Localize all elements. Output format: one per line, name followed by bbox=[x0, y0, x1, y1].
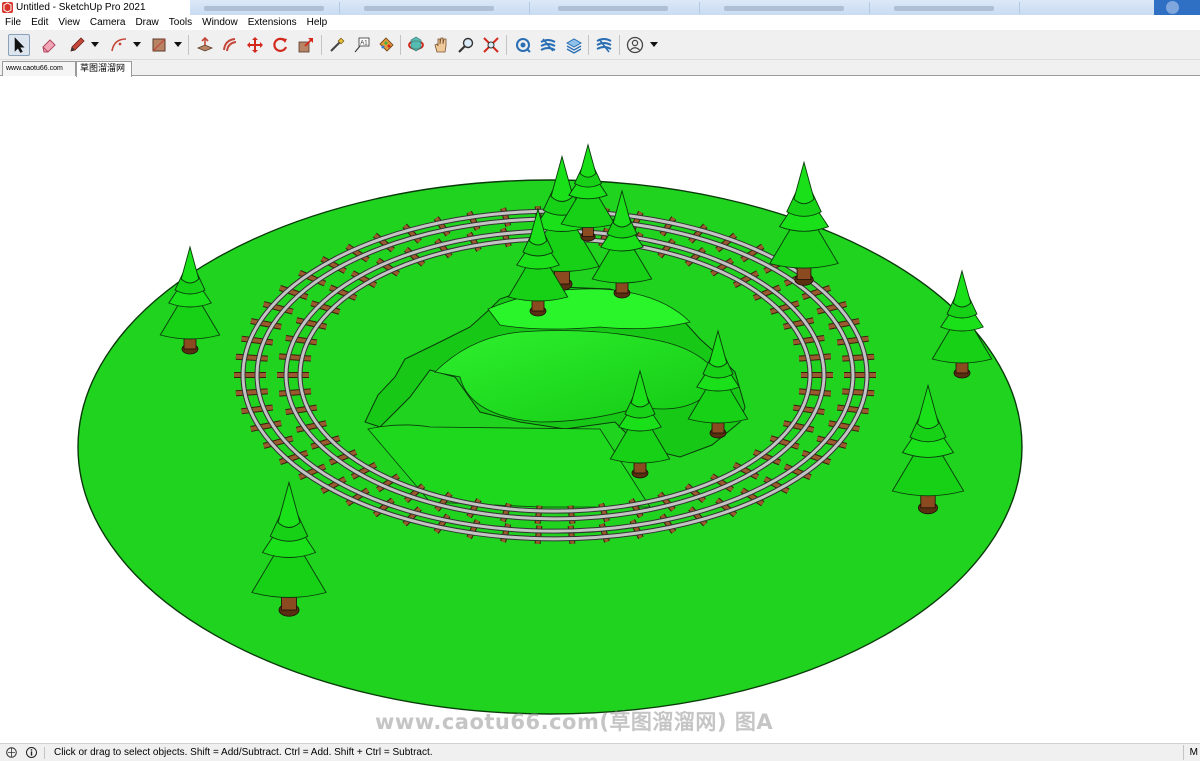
window-title: Untitled - SketchUp Pro 2021 bbox=[16, 2, 146, 13]
track-sleeper-face bbox=[842, 389, 875, 396]
measurements-label: M bbox=[1189, 747, 1198, 758]
menu-draw[interactable]: Draw bbox=[130, 15, 163, 30]
track-sleeper-face bbox=[279, 354, 312, 361]
rotate-tool-button[interactable] bbox=[269, 34, 291, 56]
zoom-extents-icon bbox=[483, 37, 499, 53]
tree-foliage-tier bbox=[579, 143, 597, 178]
pencil-icon bbox=[70, 37, 85, 52]
svg-text:A1: A1 bbox=[360, 41, 368, 47]
info-icon[interactable] bbox=[26, 747, 37, 758]
push-pull-tool-button[interactable] bbox=[194, 34, 216, 56]
hand-icon bbox=[434, 37, 447, 53]
title-bar: Untitled - SketchUp Pro 2021 bbox=[0, 0, 1200, 15]
background-browser-tabs bbox=[190, 0, 1200, 15]
paint-bucket-tool-button[interactable] bbox=[375, 34, 397, 56]
tree-foliage-tier bbox=[793, 160, 815, 205]
arc-icon bbox=[111, 38, 127, 52]
pan-tool-button[interactable] bbox=[430, 34, 452, 56]
rotate-icon bbox=[273, 37, 288, 52]
line-tool-button[interactable] bbox=[66, 34, 88, 56]
watermark-text: www.caotu66.com(草图溜溜网) 图A bbox=[375, 710, 774, 734]
status-hint-text: Click or drag to select objects. Shift =… bbox=[54, 747, 433, 758]
main-toolbar: A1 bbox=[0, 30, 1200, 60]
layout-tool-button[interactable] bbox=[563, 34, 585, 56]
warehouse-tool-button[interactable] bbox=[512, 34, 534, 56]
scale-tool-button[interactable] bbox=[295, 34, 317, 56]
track-sleeper-face bbox=[842, 354, 875, 361]
account-tool-button[interactable] bbox=[624, 34, 646, 56]
move-tool-button[interactable] bbox=[244, 34, 266, 56]
tree-foliage-tier bbox=[180, 245, 200, 284]
arrow-cursor-icon bbox=[14, 37, 25, 53]
menu-extensions[interactable]: Extensions bbox=[243, 15, 302, 30]
tape-measure-icon bbox=[330, 37, 345, 52]
menu-file[interactable]: File bbox=[0, 15, 26, 30]
track-sleeper-face bbox=[279, 389, 312, 396]
sketchup-app-icon bbox=[2, 2, 13, 13]
track-sleeper-face bbox=[798, 354, 831, 361]
eraser-tool-button[interactable] bbox=[38, 34, 60, 56]
chevron-down-icon bbox=[174, 42, 182, 47]
scene-tab-caotu66[interactable]: www.caotu66.com bbox=[2, 61, 76, 76]
chevron-down-icon bbox=[133, 42, 141, 47]
menu-bar: File Edit View Camera Draw Tools Window … bbox=[0, 15, 1200, 30]
layout-stack-icon bbox=[565, 38, 583, 54]
tree-foliage-tier bbox=[952, 269, 972, 308]
menu-edit[interactable]: Edit bbox=[26, 15, 53, 30]
arc-tool-dropdown[interactable] bbox=[133, 40, 141, 50]
scene-tabs-bar: www.caotu66.com 草图溜溜网 bbox=[0, 60, 1200, 77]
shape-tool-dropdown[interactable] bbox=[174, 40, 182, 50]
push-pull-icon bbox=[196, 36, 214, 52]
orbit-tool-button[interactable] bbox=[405, 34, 427, 56]
user-account-icon bbox=[626, 36, 644, 54]
model-viewport[interactable]: www.caotu66.com(草图溜溜网) 图A bbox=[0, 77, 1200, 743]
text-icon: A1 bbox=[354, 37, 370, 53]
paint-bucket-icon bbox=[379, 37, 394, 52]
chevron-down-icon bbox=[650, 42, 658, 47]
extension-warehouse-tool-button[interactable] bbox=[537, 34, 559, 56]
select-tool-button[interactable] bbox=[8, 34, 30, 56]
menu-view[interactable]: View bbox=[53, 15, 85, 30]
magnifier-icon bbox=[458, 37, 474, 53]
eraser-icon bbox=[42, 39, 56, 53]
text-tool-button[interactable]: A1 bbox=[351, 34, 373, 56]
zoom-extents-tool-button[interactable] bbox=[480, 34, 502, 56]
model-scene bbox=[77, 143, 1023, 715]
rectangle-icon bbox=[152, 38, 166, 52]
background-user-icon bbox=[1154, 0, 1200, 15]
line-tool-dropdown[interactable] bbox=[91, 40, 99, 50]
tape-measure-tool-button[interactable] bbox=[326, 34, 348, 56]
scene-tab-caotu-liuliu[interactable]: 草图溜溜网 bbox=[76, 61, 132, 77]
menu-window[interactable]: Window bbox=[197, 15, 243, 30]
track-sleeper-face bbox=[235, 354, 268, 361]
status-bar: Click or drag to select objects. Shift =… bbox=[0, 743, 1200, 761]
orbit-icon bbox=[408, 36, 424, 52]
offset-icon bbox=[223, 38, 237, 52]
shape-tool-button[interactable] bbox=[148, 34, 170, 56]
extension-warehouse-icon bbox=[540, 38, 556, 52]
offset-tool-button[interactable] bbox=[219, 34, 241, 56]
arc-tool-button[interactable] bbox=[108, 34, 130, 56]
menu-help[interactable]: Help bbox=[302, 15, 333, 30]
zoom-tool-button[interactable] bbox=[455, 34, 477, 56]
menu-camera[interactable]: Camera bbox=[85, 15, 131, 30]
account-tool-dropdown[interactable] bbox=[650, 40, 658, 50]
extension-manager-icon bbox=[596, 38, 612, 53]
extension-manager-tool-button[interactable] bbox=[593, 34, 615, 56]
move-icon bbox=[247, 37, 263, 53]
warehouse-icon bbox=[516, 38, 531, 53]
scale-icon bbox=[298, 38, 313, 53]
geo-location-icon[interactable] bbox=[6, 747, 17, 758]
track-sleeper-face bbox=[798, 389, 831, 396]
chevron-down-icon bbox=[91, 42, 99, 47]
track-sleeper-face bbox=[235, 389, 268, 396]
menu-tools[interactable]: Tools bbox=[164, 15, 197, 30]
